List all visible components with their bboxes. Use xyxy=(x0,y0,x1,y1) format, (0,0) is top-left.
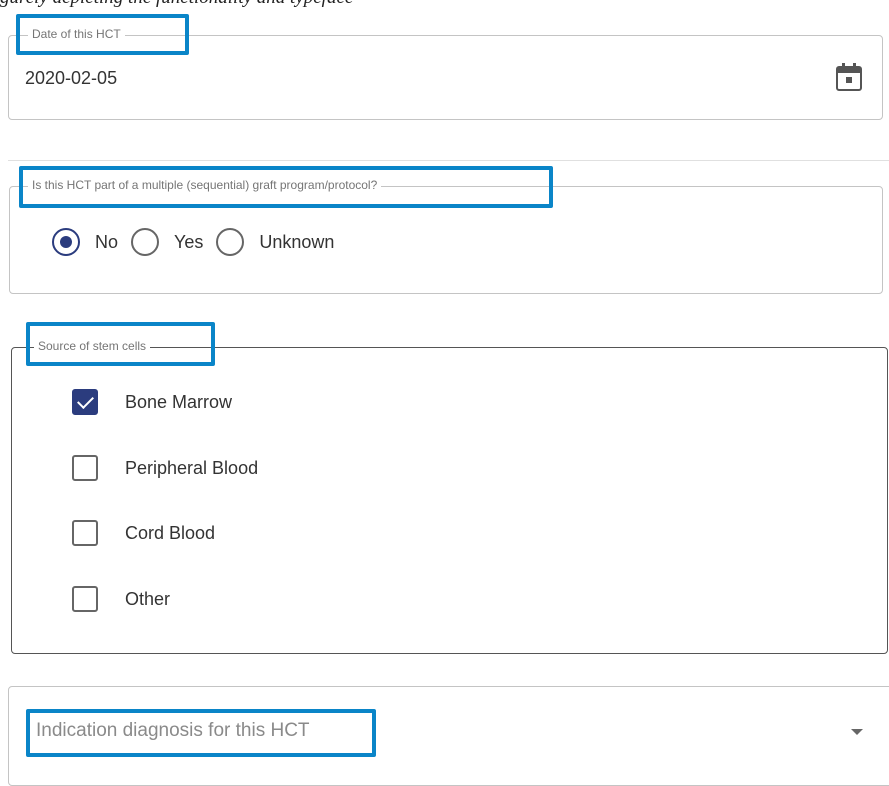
date-field[interactable] xyxy=(8,35,883,120)
checkbox-cord-blood-row[interactable]: Cord Blood xyxy=(72,520,215,546)
date-value[interactable]: 2020-02-05 xyxy=(25,68,117,89)
stem-cells-legend: Source of stem cells xyxy=(34,339,151,353)
calendar-icon[interactable] xyxy=(836,63,862,91)
sequential-options: No Yes Unknown xyxy=(52,228,347,256)
radio-no[interactable] xyxy=(52,228,80,256)
dropdown-arrow-icon[interactable] xyxy=(851,729,863,735)
checkbox-peripheral-blood-label: Peripheral Blood xyxy=(125,457,259,478)
checkbox-peripheral-blood[interactable] xyxy=(72,455,98,481)
checkbox-bone-marrow-label: Bone Marrow xyxy=(125,391,233,412)
checkbox-other-row[interactable]: Other xyxy=(72,586,170,612)
checkbox-bone-marrow[interactable] xyxy=(72,389,98,415)
radio-no-label: No xyxy=(95,231,119,252)
radio-yes[interactable] xyxy=(131,228,160,256)
checkbox-other-label: Other xyxy=(125,588,171,609)
radio-unknown-label: Unknown xyxy=(259,231,335,252)
diagnosis-select-placeholder[interactable]: Indication diagnosis for this HCT xyxy=(36,720,310,742)
radio-yes-label: Yes xyxy=(174,231,204,252)
clipped-header-text: gurely depicting the functionality and t… xyxy=(0,0,420,8)
sequential-question-legend: Is this HCT part of a multiple (sequenti… xyxy=(28,178,382,192)
checkbox-bone-marrow-row[interactable]: Bone Marrow xyxy=(72,389,232,415)
date-field-legend: Date of this HCT xyxy=(28,27,125,41)
checkbox-peripheral-blood-row[interactable]: Peripheral Blood xyxy=(72,455,258,481)
radio-unknown[interactable] xyxy=(216,228,245,256)
section-divider xyxy=(8,160,889,161)
checkbox-cord-blood-label: Cord Blood xyxy=(125,522,216,543)
checkbox-cord-blood[interactable] xyxy=(72,520,98,546)
checkbox-other[interactable] xyxy=(72,586,98,612)
